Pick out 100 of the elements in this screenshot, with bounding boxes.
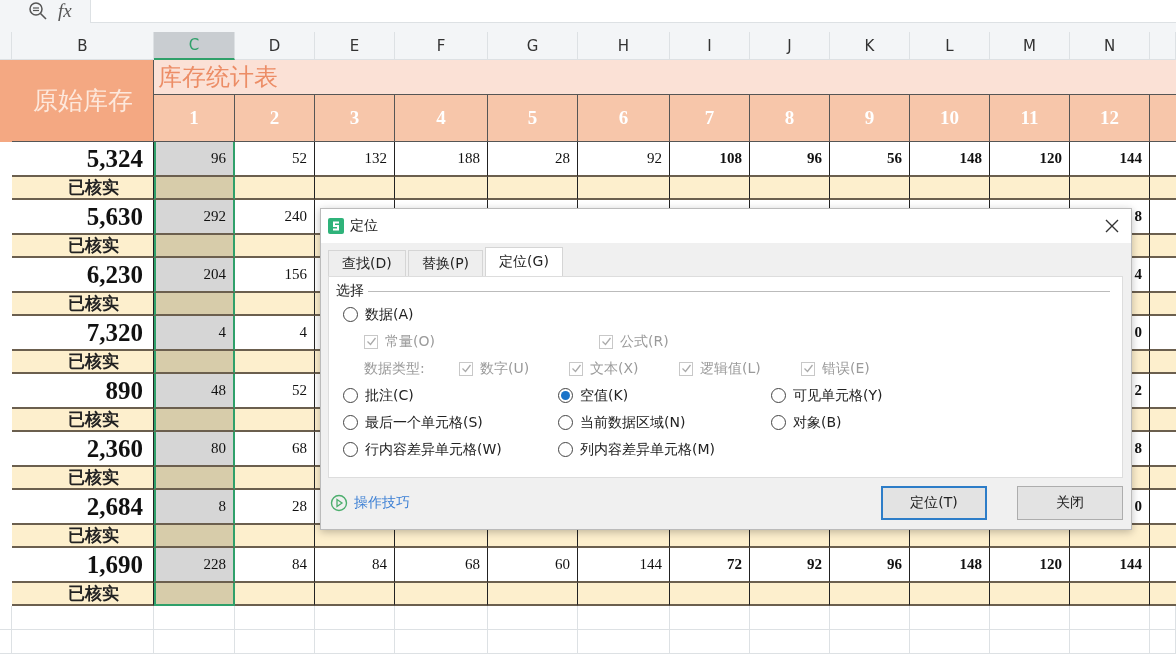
- table-cell: 28: [235, 490, 315, 525]
- radio-button[interactable]: [771, 388, 786, 403]
- table-cell: 已核实: [12, 351, 154, 374]
- column-header[interactable]: F: [395, 32, 488, 60]
- table-cell: 148: [910, 142, 990, 177]
- tips-link[interactable]: 操作技巧: [330, 494, 410, 512]
- table-title: 库存统计表: [154, 60, 1176, 95]
- table-cell: 已核实: [12, 467, 154, 490]
- table-cell: 48: [154, 374, 235, 409]
- radio-option[interactable]: 空值(K): [558, 386, 771, 405]
- table-cell: 890: [12, 374, 154, 409]
- app-icon: [328, 218, 344, 234]
- radio-button[interactable]: [343, 388, 358, 403]
- table-cell: 96: [154, 142, 235, 177]
- table-cell: 52: [235, 374, 315, 409]
- table-cell: [1150, 525, 1176, 548]
- close-icon[interactable]: [1105, 219, 1119, 233]
- header-cell: 3: [315, 95, 395, 142]
- table-cell: 28: [488, 142, 578, 177]
- column-header[interactable]: D: [235, 32, 315, 60]
- radio-button[interactable]: [558, 388, 573, 403]
- table-cell: [0, 606, 12, 630]
- table-cell: 已核实: [12, 177, 154, 200]
- column-header[interactable]: L: [910, 32, 990, 60]
- table-cell: 72: [670, 548, 750, 583]
- header-cell: 原始库存: [12, 60, 154, 142]
- column-header[interactable]: B: [12, 32, 154, 60]
- radio-button[interactable]: [343, 415, 358, 430]
- data-types-label: 数据类型:: [364, 359, 426, 378]
- table-cell: 84: [315, 548, 395, 583]
- table-cell: 240: [235, 200, 315, 235]
- table-cell: 2,360: [12, 432, 154, 467]
- table-cell: [0, 630, 12, 654]
- radio-option[interactable]: 数据(A): [343, 305, 414, 324]
- table-cell: 52: [235, 142, 315, 177]
- radio-button[interactable]: [771, 415, 786, 430]
- column-header[interactable]: I: [670, 32, 750, 60]
- table-cell: 已核实: [12, 293, 154, 316]
- tab[interactable]: 查找(D): [328, 250, 406, 276]
- column-header[interactable]: K: [830, 32, 910, 60]
- table-cell: 60: [488, 548, 578, 583]
- radio-option[interactable]: 行内容差异单元格(W): [343, 440, 558, 459]
- column-header[interactable]: G: [488, 32, 578, 60]
- column-header[interactable]: N: [1070, 32, 1150, 60]
- tab[interactable]: 定位(G): [485, 247, 563, 276]
- zoom-icon[interactable]: [28, 1, 48, 21]
- table-cell: 144: [578, 548, 670, 583]
- table-cell: [1150, 409, 1176, 432]
- table-cell: 292: [154, 200, 235, 235]
- table-cell: 已核实: [12, 409, 154, 432]
- radio-option[interactable]: 当前数据区域(N): [558, 413, 771, 432]
- table-cell: 144: [1070, 142, 1150, 177]
- table-cell: 120: [990, 142, 1070, 177]
- table-cell: 68: [395, 548, 488, 583]
- header-cell: 2: [235, 95, 315, 142]
- group-label: 选择: [336, 282, 364, 300]
- dialog-button[interactable]: 关闭: [1017, 486, 1123, 520]
- dialog-button[interactable]: 定位(T): [881, 486, 987, 520]
- formula-input[interactable]: [90, 0, 1176, 23]
- header-cell: 7: [670, 95, 750, 142]
- radio-button[interactable]: [558, 415, 573, 430]
- function-label[interactable]: fx: [58, 0, 72, 22]
- table-cell: 228: [154, 548, 235, 583]
- tab[interactable]: 替换(P): [407, 250, 484, 276]
- radio-button[interactable]: [343, 307, 358, 322]
- column-header[interactable]: H: [578, 32, 670, 60]
- table-cell: 已核实: [12, 525, 154, 548]
- column-header[interactable]: J: [750, 32, 830, 60]
- table-cell: [1150, 606, 1176, 630]
- table-cell: 96: [830, 548, 910, 583]
- table-cell: 已核实: [12, 235, 154, 258]
- radio-option[interactable]: 最后一个单元格(S): [343, 413, 558, 432]
- header-cell: 4: [395, 95, 488, 142]
- table-cell: [1150, 630, 1176, 654]
- table-cell: 56: [830, 142, 910, 177]
- radio-option[interactable]: 对象(B): [771, 413, 1110, 432]
- header-cell: 8: [750, 95, 830, 142]
- table-cell: [1150, 467, 1176, 490]
- dialog-title: 定位: [350, 217, 378, 235]
- header-cell: 12: [1070, 95, 1150, 142]
- table-cell: 68: [235, 432, 315, 467]
- table-cell: [1150, 293, 1176, 316]
- table-cell: 148: [910, 548, 990, 583]
- table-cell: 92: [578, 142, 670, 177]
- table-cell: 6,230: [12, 258, 154, 293]
- radio-option[interactable]: 列内容差异单元格(M): [558, 440, 771, 459]
- table-cell: 已核实: [12, 583, 154, 606]
- header-cell: 6: [578, 95, 670, 142]
- radio-option[interactable]: 批注(C): [343, 386, 558, 405]
- radio-button[interactable]: [343, 442, 358, 457]
- table-cell: 188: [395, 142, 488, 177]
- table-cell: [1150, 583, 1176, 606]
- column-header[interactable]: M: [990, 32, 1070, 60]
- table-cell: 132: [315, 142, 395, 177]
- play-icon: [330, 494, 348, 512]
- table-cell: 4: [235, 316, 315, 351]
- column-header[interactable]: E: [315, 32, 395, 60]
- header-cell: 9: [830, 95, 910, 142]
- table-cell: [1150, 351, 1176, 374]
- radio-button[interactable]: [558, 442, 573, 457]
